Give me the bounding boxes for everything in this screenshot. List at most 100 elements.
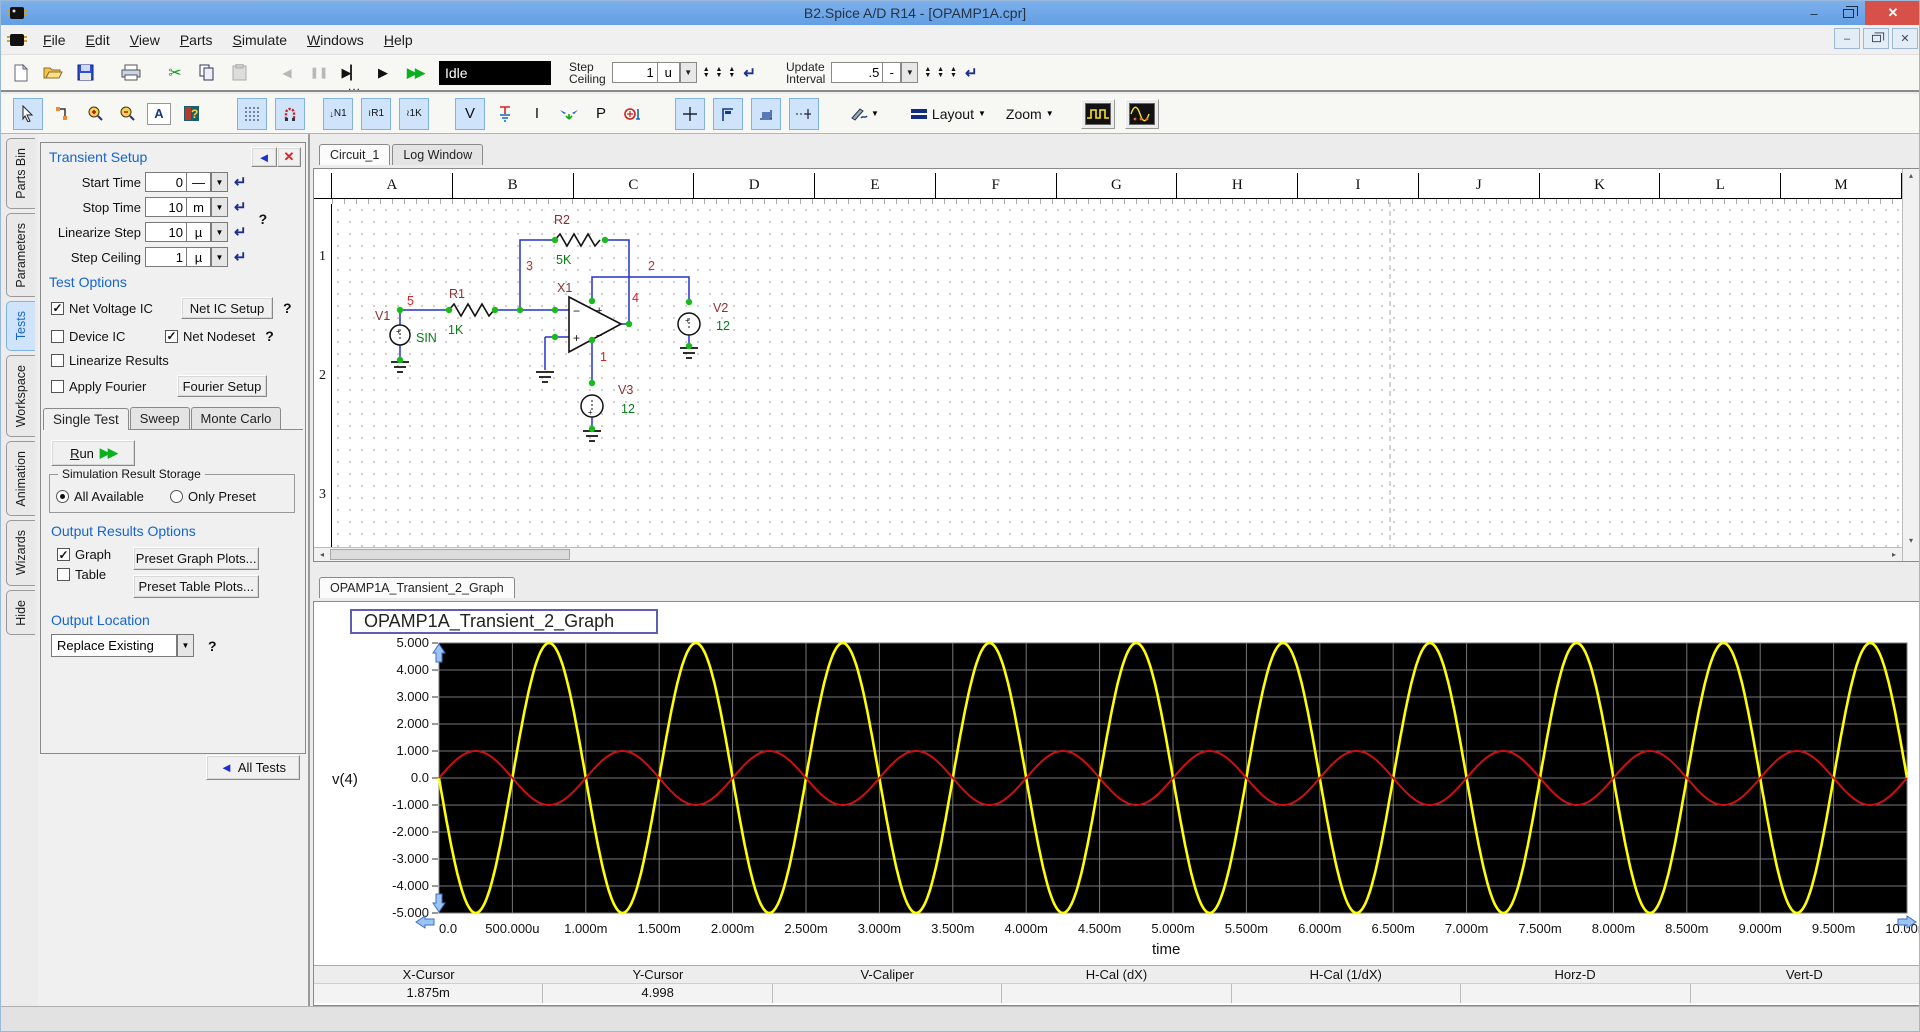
update-interval-apply-icon[interactable]: ↵ — [965, 64, 978, 82]
only-preset-radio[interactable] — [170, 490, 183, 503]
part-help-tool-button[interactable]: ? — [179, 100, 203, 128]
open-file-button[interactable] — [41, 59, 65, 87]
current-marker-button[interactable] — [557, 100, 581, 128]
level-tool-button[interactable] — [751, 97, 781, 130]
sidebar-tab-hide[interactable]: Hide — [6, 589, 35, 636]
tab-circuit-1[interactable]: Circuit_1 — [319, 144, 391, 165]
output-location-dropdown[interactable]: ▼ — [177, 634, 194, 657]
update-interval-unit-dropdown[interactable]: ▼ — [901, 62, 919, 83]
all-tests-button[interactable]: ◄ All Tests — [206, 755, 300, 780]
tab-log-window[interactable]: Log Window — [392, 144, 484, 165]
power-probe-button[interactable]: P — [589, 100, 613, 128]
vscroll-up-arrow[interactable]: ▴ — [1903, 169, 1919, 182]
stop-time-input[interactable] — [145, 197, 187, 217]
layout-dropdown[interactable]: Layout ▼ — [910, 100, 987, 128]
menu-windows[interactable]: Windows — [297, 28, 374, 52]
step-ceiling-field-input[interactable] — [145, 247, 187, 267]
zoom-dropdown[interactable]: Zoom ▼ — [1005, 100, 1055, 128]
linearize-step-input[interactable] — [145, 222, 187, 242]
nodeset-help[interactable]: ? — [265, 328, 274, 344]
save-button[interactable] — [73, 59, 97, 87]
pause-button[interactable]: ❚❚ — [307, 59, 331, 87]
child-minimize-button[interactable]: – — [1834, 28, 1860, 49]
voltage-marker-button[interactable] — [493, 100, 517, 128]
sidebar-tab-parameters[interactable]: Parameters — [6, 212, 35, 298]
corner-probe-tool-button[interactable] — [713, 97, 743, 130]
zoom-out-tool-button[interactable] — [115, 100, 139, 128]
snap-toggle-button[interactable] — [275, 97, 305, 130]
apply-fourier-checkbox[interactable] — [51, 379, 64, 393]
menu-parts[interactable]: Parts — [170, 28, 223, 52]
step-ceiling-input[interactable] — [611, 62, 658, 83]
dashed-cross-tool-button[interactable] — [789, 97, 819, 130]
vscroll-down-arrow[interactable]: ▾ — [1903, 534, 1919, 547]
step-ceiling-unit-dropdown[interactable]: ▼ — [679, 62, 697, 83]
step-ceiling-apply-icon[interactable]: ↵ — [743, 64, 756, 82]
new-file-button[interactable] — [9, 59, 33, 87]
step-back-button[interactable]: ◀ — [275, 59, 299, 87]
menu-edit[interactable]: Edit — [76, 28, 120, 52]
transient-help[interactable]: ? — [259, 211, 268, 227]
step-ceiling-field-unit-dropdown[interactable]: ▼ — [211, 247, 228, 267]
sidebar-tab-animation[interactable]: Animation — [6, 440, 35, 517]
step-run-button[interactable]: ▶ ▏... — [339, 59, 363, 93]
graph-title-box[interactable]: OPAMP1A_Transient_2_Graph — [350, 609, 658, 634]
menu-file[interactable]: File — [33, 28, 76, 52]
menu-view[interactable]: View — [120, 28, 170, 52]
pointer-tool-button[interactable] — [13, 97, 43, 130]
power-marker-button[interactable] — [621, 100, 645, 128]
net-voltage-ic-checkbox[interactable]: ✓ — [51, 301, 64, 315]
wire-tool-button[interactable] — [51, 100, 75, 128]
net-ic-setup-button[interactable]: Net IC Setup — [181, 297, 273, 319]
output-location-help[interactable]: ? — [208, 638, 217, 654]
annotation-pen-dropdown[interactable]: ▼ — [849, 100, 880, 128]
grid-toggle-button[interactable] — [237, 97, 267, 130]
current-probe-button[interactable]: I — [525, 100, 549, 128]
tab-sweep[interactable]: Sweep — [129, 407, 190, 429]
tab-single-test[interactable]: Single Test — [43, 408, 129, 430]
tab-graph[interactable]: OPAMP1A_Transient_2_Graph — [319, 577, 515, 598]
value-label-toggle-button[interactable]: ≀ 1K — [399, 97, 429, 130]
menu-help[interactable]: Help — [374, 28, 423, 52]
sidebar-tab-tests[interactable]: Tests — [6, 301, 35, 351]
tab-monte-carlo[interactable]: Monte Carlo — [190, 407, 282, 429]
menu-simulate[interactable]: Simulate — [223, 28, 297, 52]
canvas-hscrollbar[interactable]: ◂ ▸ — [314, 547, 1902, 561]
all-available-radio[interactable] — [56, 490, 69, 503]
fourier-setup-button[interactable]: Fourier Setup — [177, 375, 267, 397]
paste-button[interactable] — [227, 59, 251, 87]
output-location-select[interactable]: Replace Existing — [51, 634, 177, 657]
table-checkbox[interactable] — [57, 568, 70, 581]
preset-graph-plots-button[interactable]: Preset Graph Plots... — [133, 547, 260, 570]
zoom-in-tool-button[interactable] — [83, 100, 107, 128]
crosshair-tool-button[interactable] — [675, 97, 705, 130]
digital-graph-button[interactable] — [1080, 98, 1115, 129]
stop-time-unit-dropdown[interactable]: ▼ — [211, 197, 228, 217]
start-time-apply-icon[interactable]: ↵ — [234, 173, 247, 191]
node-number-toggle-button[interactable]: ↓ N1 — [323, 97, 353, 130]
text-tool-button[interactable]: A — [147, 102, 171, 125]
minimize-button[interactable]: – — [1797, 1, 1831, 25]
hscroll-thumb[interactable] — [330, 549, 570, 560]
graph-checkbox[interactable]: ✓ — [57, 548, 70, 561]
collapse-panel-button[interactable]: ◄ — [251, 147, 277, 167]
linearize-results-checkbox[interactable] — [51, 354, 64, 367]
device-ic-checkbox[interactable] — [51, 329, 64, 343]
run-test-button[interactable]: Run ▶▶ — [51, 440, 135, 466]
fast-run-button[interactable]: ▶▶ — [403, 59, 427, 87]
hscroll-left-arrow[interactable]: ◂ — [314, 548, 330, 561]
sidebar-tab-parts-bin[interactable]: Parts Bin — [6, 138, 35, 209]
update-interval-input[interactable] — [831, 62, 884, 83]
net-nodeset-checkbox[interactable]: ✓ — [165, 329, 178, 343]
canvas-vscrollbar[interactable]: ▴ ▾ — [1902, 169, 1919, 561]
copy-button[interactable] — [195, 59, 219, 87]
ref-designator-toggle-button[interactable]: ≀ R1 — [361, 97, 391, 130]
schematic-canvas[interactable] — [332, 204, 1902, 547]
step-ceiling-stepper[interactable]: ▲ ▲ ▲ ▼ ▼ ▼ — [703, 66, 738, 79]
analog-graph-button[interactable] — [1124, 98, 1159, 129]
restore-button[interactable] — [1831, 1, 1865, 25]
close-panel-button[interactable]: ✕ — [277, 147, 301, 167]
preset-table-plots-button[interactable]: Preset Table Plots... — [133, 575, 260, 598]
step-ceiling-field-apply-icon[interactable]: ↵ — [234, 248, 247, 266]
close-button[interactable]: ✕ — [1865, 1, 1919, 25]
